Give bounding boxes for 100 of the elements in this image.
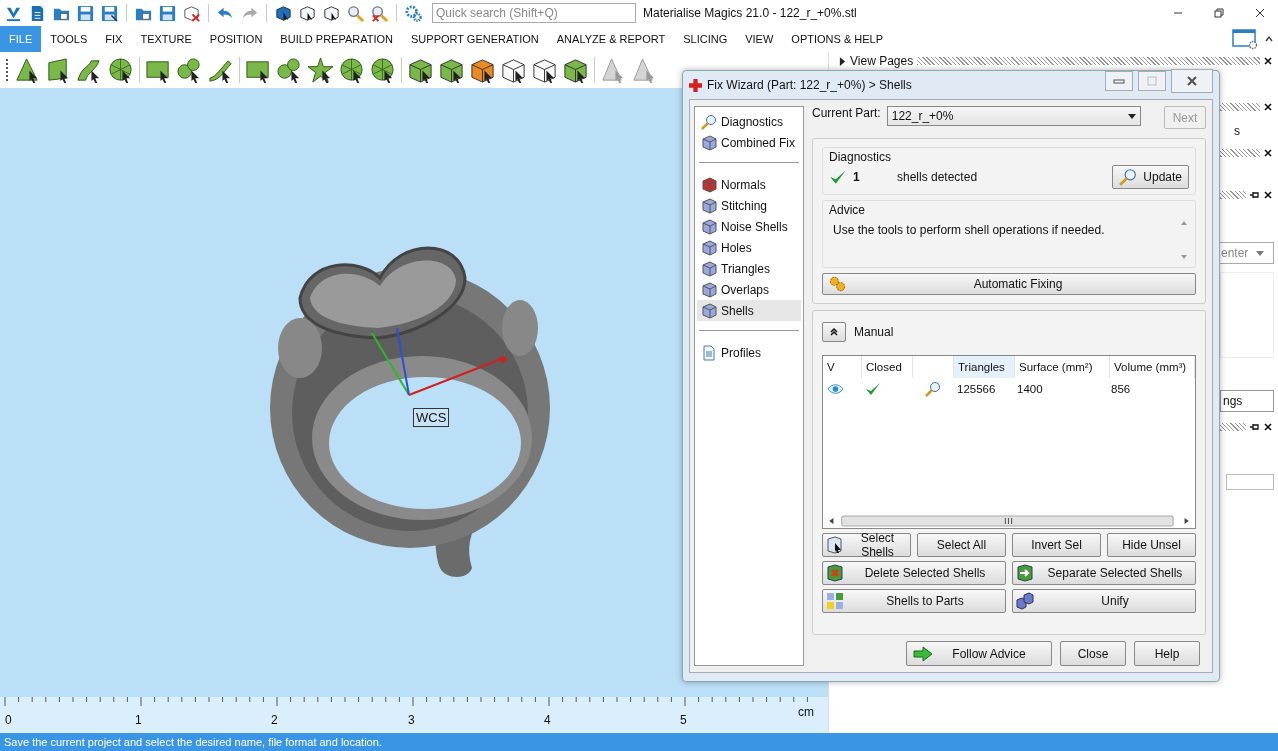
collapse-button[interactable] <box>822 322 846 342</box>
cube-icon[interactable] <box>274 3 293 23</box>
cube-cursor-icon[interactable] <box>438 56 465 84</box>
action-button[interactable]: Separate Selected Shells <box>1012 561 1196 585</box>
pin-icon[interactable] <box>1250 191 1260 199</box>
close-icon[interactable] <box>1264 103 1272 111</box>
advice-text: Use the tools to perform shell operations if needed. <box>832 222 1106 239</box>
action-button[interactable]: Hide Unsel <box>1107 533 1196 557</box>
wizard-nav-item[interactable]: Noise Shells <box>697 216 801 237</box>
settings-icon[interactable] <box>404 3 423 23</box>
cube-cursor-icon[interactable] <box>500 56 527 84</box>
menu-tab[interactable]: SUPPORT GENERATION <box>402 26 548 52</box>
close-icon[interactable] <box>1264 149 1272 157</box>
menu-tab[interactable]: TEXTURE <box>131 26 201 52</box>
shape-cursor-icon[interactable] <box>307 56 334 84</box>
action-button[interactable]: Shells to Parts <box>822 589 1006 613</box>
cube-icon[interactable] <box>298 3 317 23</box>
wizard-nav-item[interactable]: Shells <box>697 300 801 321</box>
cube-cursor-icon[interactable] <box>562 56 589 84</box>
close-icon[interactable] <box>1264 57 1272 65</box>
column-header[interactable]: Volume (mm³) <box>1110 356 1195 378</box>
wizard-nav-item[interactable]: Holes <box>697 237 801 258</box>
close-icon[interactable] <box>1254 7 1266 19</box>
field-label: Current Part: <box>812 106 881 120</box>
blocks-icon <box>826 592 844 610</box>
dialog-title: Fix Wizard (Part: 122_r_+0%) > Shells <box>707 78 912 92</box>
dialog-button[interactable]: Help <box>1134 641 1200 666</box>
window-settings-icon[interactable] <box>1232 28 1258 50</box>
menu-tab[interactable]: POSITION <box>200 26 272 52</box>
cube-icon <box>701 302 717 319</box>
column-header[interactable]: Closed <box>862 356 913 378</box>
text-field[interactable]: ngs <box>1220 390 1274 412</box>
menu-tab[interactable]: OPTIONS & HELP <box>782 26 893 52</box>
zoom-icon[interactable] <box>346 3 365 23</box>
column-header[interactable]: V <box>823 356 862 378</box>
cube-cursor-icon[interactable] <box>469 56 496 84</box>
wizard-nav-item[interactable]: Stitching <box>697 195 801 216</box>
menu-tab[interactable]: ANALYZE & REPORT <box>547 26 675 52</box>
automatic-fixing-button[interactable]: Automatic Fixing <box>822 273 1196 295</box>
wizard-nav-item[interactable]: Normals <box>697 174 801 195</box>
column-header[interactable]: Surface (mm²) <box>1015 356 1110 378</box>
pin-icon[interactable] <box>1250 423 1260 431</box>
wizard-nav-item[interactable]: Triangles <box>697 258 801 279</box>
ruler-label: 1 <box>135 713 142 727</box>
ruler-label: 0 <box>5 713 12 727</box>
dropdown-arrow-icon <box>1256 250 1265 256</box>
menu-tab[interactable]: BUILD PREPARATION <box>271 26 403 52</box>
cube-icon <box>701 134 717 151</box>
panel-gripper[interactable] <box>917 57 1260 65</box>
shape-cursor-icon[interactable] <box>338 56 365 84</box>
wizard-nav-item[interactable]: Combined Fix <box>697 132 801 153</box>
maximize-icon <box>1146 76 1158 86</box>
action-button[interactable]: Delete Selected Shells <box>822 561 1006 585</box>
shape-cursor-icon[interactable] <box>176 56 203 84</box>
box-delete-icon[interactable] <box>182 3 201 23</box>
action-button[interactable]: Select Shells <box>822 533 911 557</box>
wizard-nav-item[interactable]: Diagnostics <box>697 111 801 132</box>
wizard-nav-item[interactable]: Profiles <box>697 342 801 363</box>
close-button[interactable] <box>1171 69 1213 93</box>
save-as-icon[interactable] <box>100 3 119 23</box>
menu-tab[interactable]: TOOLS <box>41 26 97 52</box>
cube-icon <box>701 239 717 256</box>
restore-icon[interactable] <box>1213 7 1225 19</box>
shape-cursor-icon[interactable] <box>14 56 41 84</box>
collapse-icon[interactable] <box>1264 34 1274 44</box>
column-header[interactable]: Triangles <box>954 356 1015 378</box>
action-button[interactable]: Unify <box>1012 589 1196 613</box>
menu-tab[interactable]: SLICING <box>674 26 737 52</box>
arrow-icon <box>913 645 933 662</box>
dialog-button[interactable]: Follow Advice <box>906 641 1052 666</box>
shape-cursor-icon[interactable] <box>369 56 396 84</box>
cube-icon[interactable] <box>322 3 341 23</box>
shape-cursor-icon[interactable] <box>276 56 303 84</box>
zoom-cancel-icon[interactable] <box>370 3 389 23</box>
wizard-nav-item[interactable]: Overlaps <box>697 279 801 300</box>
dialog-button[interactable]: Close <box>1060 641 1126 666</box>
ruler-label: 5 <box>680 713 687 727</box>
cube-icon <box>701 260 717 277</box>
panel-title[interactable]: View Pages <box>850 54 914 68</box>
cubes-icon <box>1016 592 1034 610</box>
save-icon[interactable] <box>76 3 95 23</box>
shape-cursor-icon[interactable] <box>107 56 134 84</box>
expand-icon[interactable] <box>839 56 846 66</box>
axis-label: WCS <box>413 408 450 427</box>
menu-tab[interactable]: FIX <box>96 26 132 52</box>
cube-cursor-icon[interactable] <box>531 56 558 84</box>
action-button[interactable]: Invert Sel <box>1012 533 1101 557</box>
close-icon[interactable] <box>1264 191 1272 199</box>
magnifier-icon[interactable] <box>925 381 941 397</box>
text-field[interactable] <box>1226 474 1274 490</box>
action-button[interactable]: Select All <box>917 533 1006 557</box>
close-icon <box>1186 76 1198 86</box>
quick-search-field[interactable]: Quick search (Shift+Q) <box>432 3 636 23</box>
eye-icon[interactable] <box>827 383 844 395</box>
update-button[interactable]: Update <box>1112 165 1189 189</box>
cube-cursor-icon[interactable] <box>407 56 434 84</box>
part-dropdown[interactable]: 122_r_+0% <box>886 106 1141 126</box>
close-icon[interactable] <box>1264 423 1272 431</box>
menu-tab[interactable]: VIEW <box>736 26 783 52</box>
save-icon[interactable] <box>158 3 177 23</box>
